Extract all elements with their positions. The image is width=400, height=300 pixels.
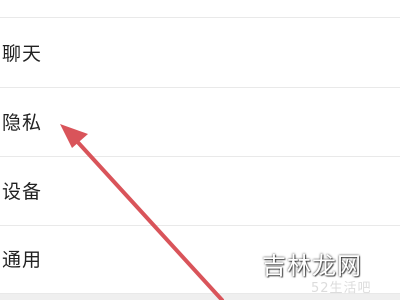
settings-item-label: 隐私 <box>2 112 43 134</box>
watermark-subtext: 52生活吧 <box>311 281 372 296</box>
watermark-logo-text: 吉林龙网 <box>262 252 362 280</box>
settings-item-label: 聊天 <box>2 43 43 65</box>
settings-item-privacy[interactable]: 隐私 <box>0 88 400 157</box>
settings-item-label: 通用 <box>2 249 43 271</box>
settings-screen: 聊天 隐私 设备 通用 吉林龙网 52生活吧 <box>0 0 400 300</box>
settings-item-chat[interactable]: 聊天 <box>0 18 400 88</box>
settings-item-label: 设备 <box>2 181 43 203</box>
settings-item-top-partial <box>0 0 400 18</box>
settings-item-device[interactable]: 设备 <box>0 157 400 226</box>
